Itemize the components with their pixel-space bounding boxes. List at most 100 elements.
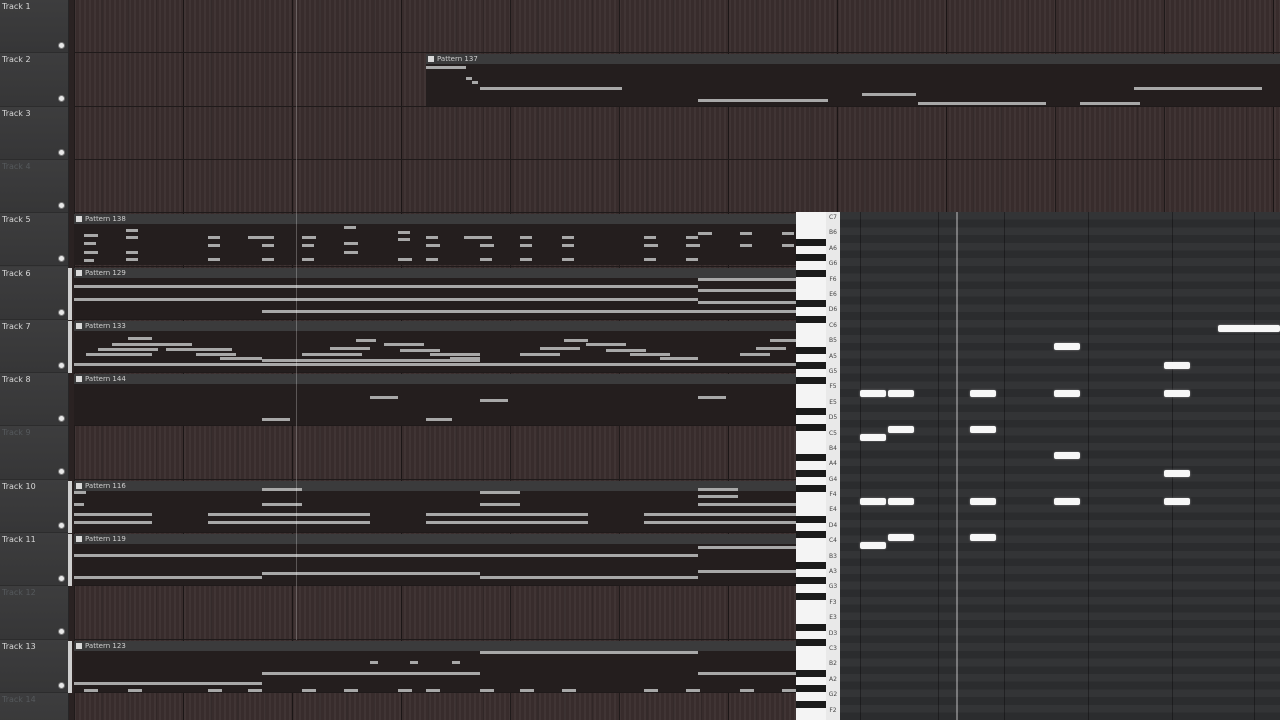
pattern-clip[interactable]: Pattern 129 [74, 267, 796, 319]
clip-resize-handle[interactable] [68, 267, 72, 320]
pattern-menu-icon[interactable] [76, 482, 82, 489]
piano-black-key[interactable] [796, 562, 826, 570]
piano-roll-note[interactable] [860, 434, 886, 441]
piano-black-key[interactable] [796, 577, 826, 585]
piano-black-key[interactable] [796, 592, 826, 600]
piano-black-key[interactable] [796, 485, 826, 493]
track-header[interactable]: Track 6 [0, 266, 68, 320]
piano-roll-note[interactable] [888, 426, 914, 433]
track-enable-icon[interactable] [58, 575, 65, 582]
pattern-menu-icon[interactable] [76, 536, 82, 542]
pattern-clip[interactable]: Pattern 116 [74, 480, 796, 532]
track-header[interactable]: Track 12 [0, 586, 68, 640]
piano-roll-note[interactable] [860, 542, 886, 549]
piano-roll-note[interactable] [1054, 498, 1080, 505]
pattern-menu-icon[interactable] [428, 56, 434, 63]
pattern-clip-header[interactable]: Pattern 133 [74, 320, 796, 331]
piano-roll-note[interactable] [1054, 452, 1080, 459]
pattern-clip[interactable]: Pattern 144 [74, 374, 796, 426]
pattern-clip-header[interactable]: Pattern 138 [74, 214, 796, 225]
track-enable-icon[interactable] [58, 201, 65, 209]
piano-black-key[interactable] [796, 238, 826, 246]
piano-black-key[interactable] [796, 469, 826, 477]
piano-roll-note[interactable] [1164, 362, 1190, 369]
piano-roll-note[interactable] [860, 498, 886, 505]
track-header[interactable]: Track 3 [0, 106, 68, 160]
piano-roll-note[interactable] [970, 534, 996, 541]
track-header[interactable]: Track 2 [0, 53, 68, 107]
piano-roll-playhead[interactable] [956, 212, 958, 720]
track-header[interactable]: Track 13 [0, 639, 68, 693]
pattern-menu-icon[interactable] [76, 376, 82, 383]
piano-roll-note[interactable] [1164, 470, 1190, 477]
piano-roll-note[interactable] [1218, 325, 1280, 332]
piano-roll-note[interactable] [888, 498, 914, 505]
piano-black-key[interactable] [796, 269, 826, 277]
piano-black-key[interactable] [796, 700, 826, 708]
pattern-menu-icon[interactable] [76, 322, 82, 329]
piano-black-key[interactable] [796, 361, 826, 369]
track-header[interactable]: Track 14 [0, 692, 68, 720]
piano-roll-note[interactable] [970, 498, 996, 505]
pattern-clip-header[interactable]: Pattern 119 [74, 534, 796, 544]
piano-black-key[interactable] [796, 531, 826, 539]
track-header[interactable]: Track 10 [0, 479, 68, 533]
piano-black-key[interactable] [796, 315, 826, 323]
pattern-clip-header[interactable]: Pattern 137 [426, 54, 1280, 65]
pattern-clip[interactable]: Pattern 133 [74, 320, 796, 373]
piano-roll-note[interactable] [888, 534, 914, 541]
clip-resize-handle[interactable] [68, 640, 72, 693]
track-enable-icon[interactable] [58, 681, 65, 689]
pattern-clip[interactable]: Pattern 119 [74, 534, 796, 586]
track-enable-icon[interactable] [58, 255, 65, 263]
piano-black-key[interactable] [796, 454, 826, 462]
piano-black-key[interactable] [796, 685, 826, 693]
track-enable-icon[interactable] [58, 42, 65, 49]
piano-roll[interactable]: C7 B6 A6 G6 F6 E6 D6 C6 B5 A5 G5 F5 E5 D5 C5 B4 A4 G4 F4 E4… [796, 212, 1280, 720]
piano-black-key[interactable] [796, 623, 826, 631]
track-header[interactable]: Track 1 [0, 0, 68, 54]
piano-black-key[interactable] [796, 515, 826, 523]
piano-black-key[interactable] [796, 639, 826, 647]
piano-black-key[interactable] [796, 408, 826, 416]
track-enable-icon[interactable] [58, 308, 65, 316]
piano-roll-note-grid[interactable] [840, 212, 1280, 720]
pattern-menu-icon[interactable] [76, 216, 82, 223]
track-enable-icon[interactable] [58, 521, 65, 529]
piano-black-key[interactable] [796, 423, 826, 431]
piano-roll-note[interactable] [1054, 343, 1080, 350]
clip-resize-handle[interactable] [68, 480, 72, 533]
piano-roll-note[interactable] [1164, 390, 1190, 397]
clip-resize-handle[interactable] [68, 534, 72, 586]
track-enable-icon[interactable] [58, 468, 65, 476]
piano-black-key[interactable] [796, 346, 826, 354]
clip-resize-handle[interactable] [68, 320, 72, 373]
piano-roll-note[interactable] [1054, 390, 1080, 397]
piano-roll-note[interactable] [970, 390, 996, 397]
piano-black-key[interactable] [796, 669, 826, 677]
track-enable-icon[interactable] [58, 628, 65, 636]
track-enable-icon[interactable] [58, 361, 65, 369]
track-enable-icon[interactable] [58, 148, 65, 156]
playlist-playhead[interactable] [296, 0, 297, 640]
track-header[interactable]: Track 7 [0, 319, 68, 374]
track-header[interactable]: Track 8 [0, 373, 68, 427]
track-enable-icon[interactable] [58, 415, 65, 423]
pattern-clip-header[interactable]: Pattern 129 [74, 267, 796, 278]
pattern-menu-icon[interactable] [76, 642, 82, 649]
piano-keyboard[interactable] [796, 212, 826, 720]
pattern-clip-header[interactable]: Pattern 116 [74, 480, 796, 491]
pattern-clip[interactable]: Pattern 123 [74, 640, 796, 692]
pattern-menu-icon[interactable] [76, 269, 82, 276]
track-header[interactable]: Track 9 [0, 426, 68, 480]
piano-roll-note[interactable] [1164, 498, 1190, 505]
pattern-clip[interactable]: Pattern 137 [426, 54, 1280, 106]
piano-roll-note[interactable] [888, 390, 914, 397]
track-enable-icon[interactable] [58, 95, 65, 103]
track-header[interactable]: Track 5 [0, 213, 68, 267]
piano-black-key[interactable] [796, 254, 826, 262]
pattern-clip[interactable]: Pattern 138 [74, 214, 796, 266]
piano-black-key[interactable] [796, 300, 826, 308]
piano-black-key[interactable] [796, 377, 826, 385]
track-header[interactable]: Track 4 [0, 159, 68, 214]
